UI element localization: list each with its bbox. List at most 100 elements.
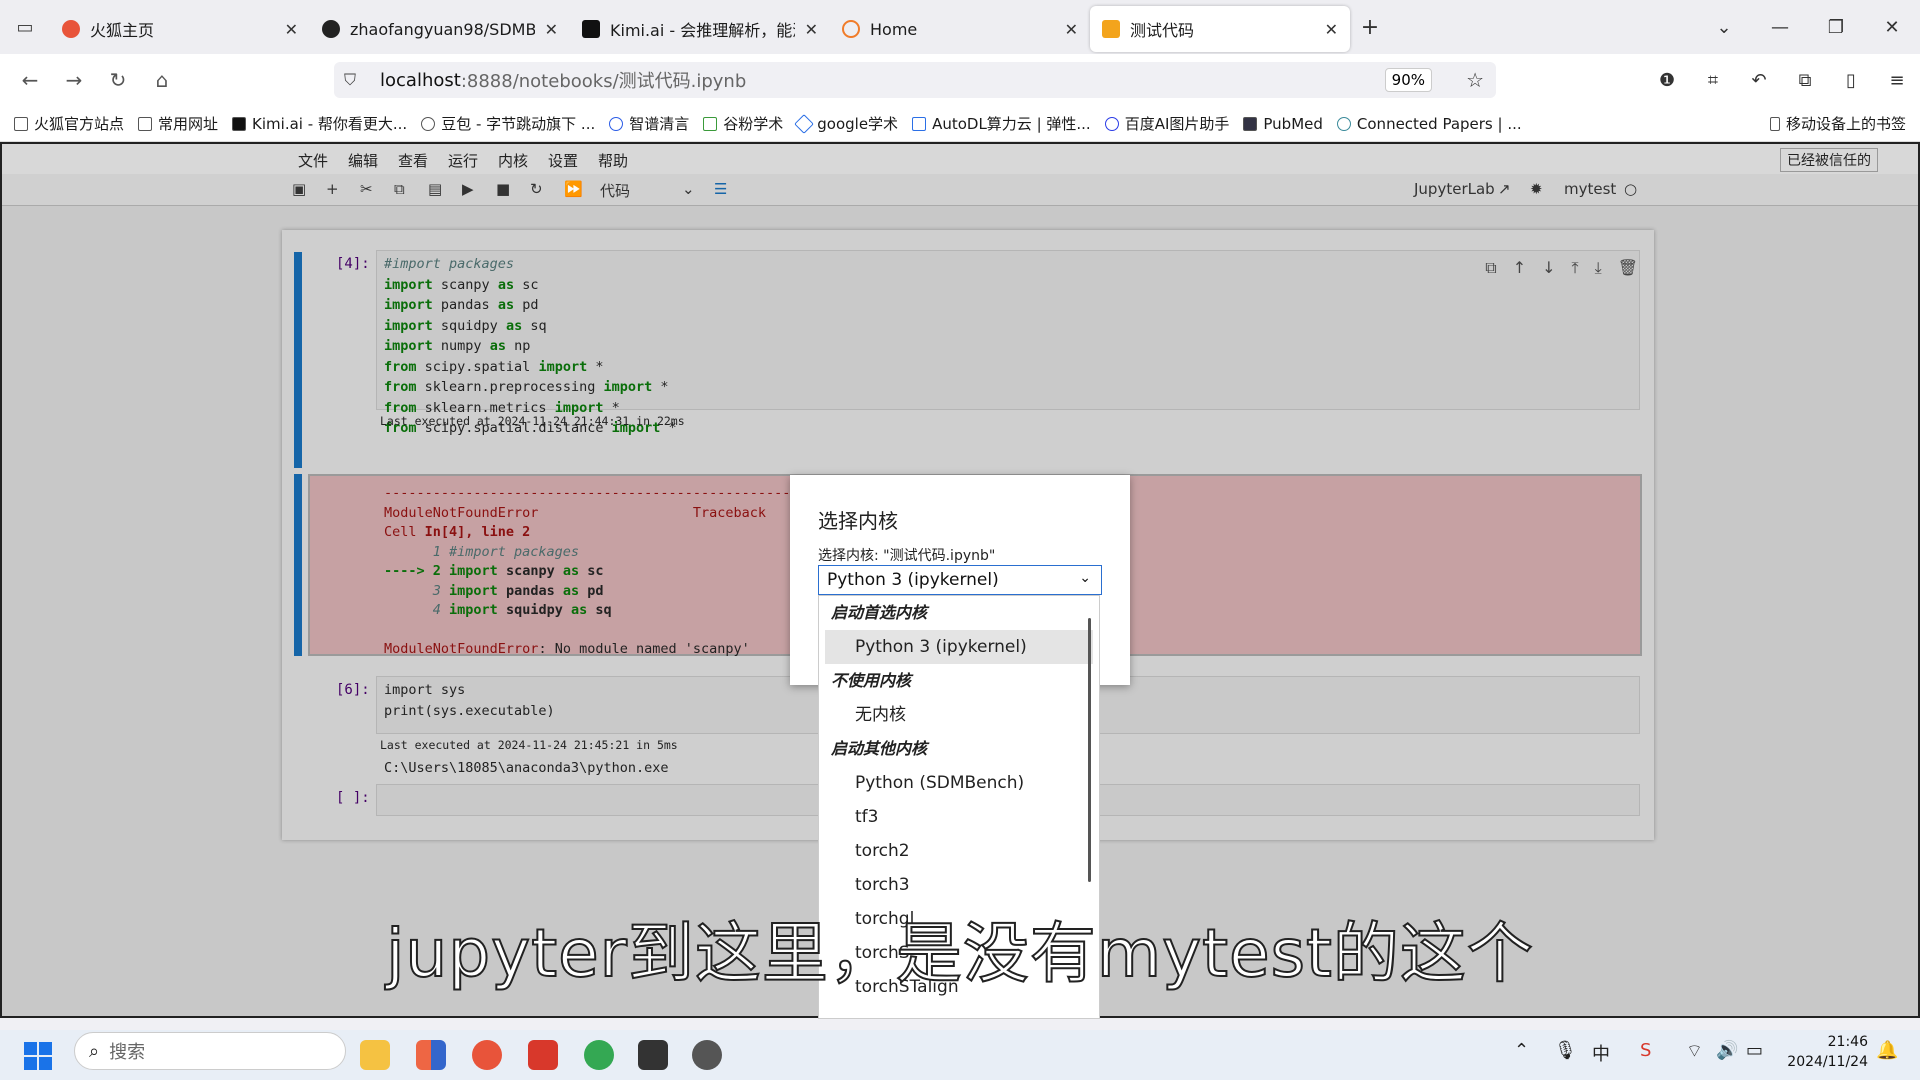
menu-icon[interactable]: ≡ bbox=[1874, 70, 1920, 91]
tab-notebook[interactable]: 测试代码 ✕ bbox=[1090, 6, 1350, 52]
wps-icon[interactable] bbox=[528, 1040, 558, 1070]
wifi-icon[interactable]: ⌔ bbox=[1686, 1040, 1703, 1063]
close-icon[interactable]: ✕ bbox=[1325, 20, 1338, 39]
kernel-option[interactable]: torch3 bbox=[819, 868, 1099, 902]
tab-kimi[interactable]: Kimi.ai - 会推理解析，能深度思✕ bbox=[570, 6, 830, 52]
duplicate-icon[interactable]: ⧉ bbox=[1485, 258, 1496, 278]
insert-above-icon[interactable]: ⤒ bbox=[1572, 258, 1579, 278]
volume-icon[interactable]: 🔊 bbox=[1716, 1040, 1738, 1061]
kernel-select[interactable]: Python 3 (ipykernel) ⌄ bbox=[818, 565, 1102, 595]
kernel-option[interactable]: Python 3 (ipykernel) bbox=[825, 630, 1093, 664]
terminal-icon[interactable] bbox=[638, 1040, 668, 1070]
close-icon[interactable]: ✕ bbox=[285, 20, 298, 39]
kernel-option[interactable]: torch2 bbox=[819, 834, 1099, 868]
home-button[interactable]: ⌂ bbox=[140, 68, 184, 92]
firefox-taskbar-icon[interactable] bbox=[472, 1040, 502, 1070]
file-explorer-icon[interactable] bbox=[360, 1040, 390, 1070]
trusted-badge[interactable]: 已经被信任的 bbox=[1780, 148, 1878, 172]
menu-view[interactable]: 查看 bbox=[398, 150, 428, 171]
run-all-icon[interactable]: ⏩ bbox=[564, 180, 583, 198]
taskbar-search[interactable]: ⌕ 搜索 bbox=[74, 1032, 346, 1070]
restart-icon[interactable]: ↻ bbox=[530, 180, 543, 198]
minimize-button[interactable]: — bbox=[1752, 17, 1808, 38]
debug-icon[interactable]: ✹ bbox=[1530, 180, 1543, 198]
crop-icon[interactable]: ⌗ bbox=[1690, 70, 1736, 91]
bookmark-item[interactable]: google学术 bbox=[794, 113, 898, 134]
bookmark-item[interactable]: Connected Papers | ... bbox=[1336, 115, 1522, 133]
restore-button[interactable]: ❐ bbox=[1808, 17, 1864, 38]
tab-list-icon[interactable]: ▭ bbox=[0, 0, 50, 54]
paste-icon[interactable]: ▤ bbox=[428, 180, 442, 198]
jupyterlab-link[interactable]: JupyterLab bbox=[1414, 180, 1495, 198]
store-icon[interactable] bbox=[416, 1040, 446, 1070]
new-tab-button[interactable]: + bbox=[1350, 15, 1390, 40]
kernel-option[interactable]: 无内核 bbox=[819, 698, 1099, 732]
add-cell-icon[interactable]: + bbox=[326, 180, 339, 198]
bookmark-item[interactable]: Kimi.ai - 帮你看更大... bbox=[232, 113, 407, 134]
insert-below-icon[interactable]: ⤓ bbox=[1595, 258, 1602, 278]
mobile-bookmarks[interactable]: 移动设备上的书签 bbox=[1769, 113, 1906, 134]
scrollbar[interactable] bbox=[1088, 618, 1091, 882]
arrow-down-icon[interactable]: ↓ bbox=[1542, 258, 1555, 278]
menu-file[interactable]: 文件 bbox=[298, 150, 328, 171]
zoom-level[interactable]: 90% bbox=[1384, 68, 1432, 92]
app-icon[interactable] bbox=[692, 1040, 722, 1070]
close-icon[interactable]: ✕ bbox=[805, 20, 818, 39]
password-icon[interactable]: ❶ bbox=[1644, 70, 1690, 91]
tab-github[interactable]: zhaofangyuan98/SDMBench✕ bbox=[310, 6, 570, 52]
ime-indicator[interactable]: 中 bbox=[1592, 1040, 1610, 1066]
bookmark-item[interactable]: PubMed bbox=[1243, 115, 1323, 133]
close-icon[interactable]: ✕ bbox=[1065, 20, 1078, 39]
kernel-name[interactable]: mytest bbox=[1564, 180, 1616, 198]
cell-type-select[interactable]: 代码 bbox=[600, 180, 630, 201]
bookmark-item[interactable]: 谷粉学术 bbox=[703, 113, 783, 134]
bookmark-item[interactable]: 常用网址 bbox=[138, 113, 218, 134]
battery-icon[interactable]: ▭ bbox=[1746, 1040, 1763, 1061]
extensions-icon[interactable]: ⧉ bbox=[1782, 70, 1828, 91]
reload-button[interactable]: ↻ bbox=[96, 68, 140, 92]
bookmark-item[interactable]: 智谱清言 bbox=[609, 113, 689, 134]
chevron-down-icon[interactable]: ⌄ bbox=[682, 180, 695, 198]
menu-run[interactable]: 运行 bbox=[448, 150, 478, 171]
microphone-icon[interactable]: 🎙 bbox=[1554, 1040, 1577, 1061]
menu-help[interactable]: 帮助 bbox=[598, 150, 628, 171]
notification-icon[interactable]: 🔔 bbox=[1876, 1040, 1898, 1061]
windows-start-icon[interactable] bbox=[24, 1042, 52, 1070]
run-icon[interactable]: ▶ bbox=[462, 180, 474, 198]
chrome-icon[interactable] bbox=[584, 1040, 614, 1070]
arrow-up-icon[interactable]: ↑ bbox=[1513, 258, 1526, 278]
close-icon[interactable]: ✕ bbox=[545, 20, 558, 39]
delete-icon[interactable]: 🗑 bbox=[1618, 258, 1638, 278]
command-palette-icon[interactable]: ☰ bbox=[714, 180, 727, 198]
bookmark-item[interactable]: 百度AI图片助手 bbox=[1104, 113, 1229, 134]
chevron-up-icon[interactable]: ⌃ bbox=[1514, 1040, 1529, 1061]
chevron-down-icon[interactable]: ⌄ bbox=[1696, 17, 1752, 38]
menu-edit[interactable]: 编辑 bbox=[348, 150, 378, 171]
close-window-button[interactable]: ✕ bbox=[1864, 17, 1920, 38]
stop-icon[interactable]: ■ bbox=[496, 180, 510, 198]
cut-icon[interactable]: ✂ bbox=[360, 180, 373, 198]
kernel-option[interactable]: Python (SDMBench) bbox=[819, 766, 1099, 800]
bookmark-item[interactable]: AutoDL算力云 | 弹性... bbox=[912, 113, 1091, 134]
save-icon[interactable]: ▣ bbox=[292, 180, 306, 198]
kernel-option[interactable]: tf3 bbox=[819, 800, 1099, 834]
tab-jupyter-home[interactable]: Home ✕ bbox=[830, 6, 1090, 52]
copy-icon[interactable]: ⧉ bbox=[394, 180, 405, 198]
tab-home[interactable]: 火狐主页 ✕ bbox=[50, 6, 310, 52]
undo-icon[interactable]: ↶ bbox=[1736, 70, 1782, 91]
star-icon[interactable]: ☆ bbox=[1466, 68, 1484, 92]
doubao-icon bbox=[421, 116, 436, 131]
connected-papers-icon bbox=[1336, 116, 1351, 131]
url-bar[interactable]: ⛉ localhost:8888/notebooks/测试代码.ipynb 90… bbox=[334, 62, 1496, 98]
back-button[interactable]: ← bbox=[8, 68, 52, 92]
menu-settings[interactable]: 设置 bbox=[548, 150, 578, 171]
app-tray-icon[interactable]: S bbox=[1640, 1040, 1651, 1061]
chevron-down-icon: ⌄ bbox=[1079, 570, 1091, 586]
bookmark-item[interactable]: 豆包 - 字节跳动旗下 ... bbox=[421, 113, 595, 134]
forward-button[interactable]: → bbox=[52, 68, 96, 92]
bookmark-item[interactable]: 火狐官方站点 bbox=[14, 113, 124, 134]
reader-icon[interactable]: ▯ bbox=[1828, 70, 1874, 91]
taskbar-clock[interactable]: 21:46 2024/11/24 bbox=[1787, 1032, 1868, 1072]
menu-kernel[interactable]: 内核 bbox=[498, 150, 528, 171]
loading-icon bbox=[842, 20, 860, 38]
